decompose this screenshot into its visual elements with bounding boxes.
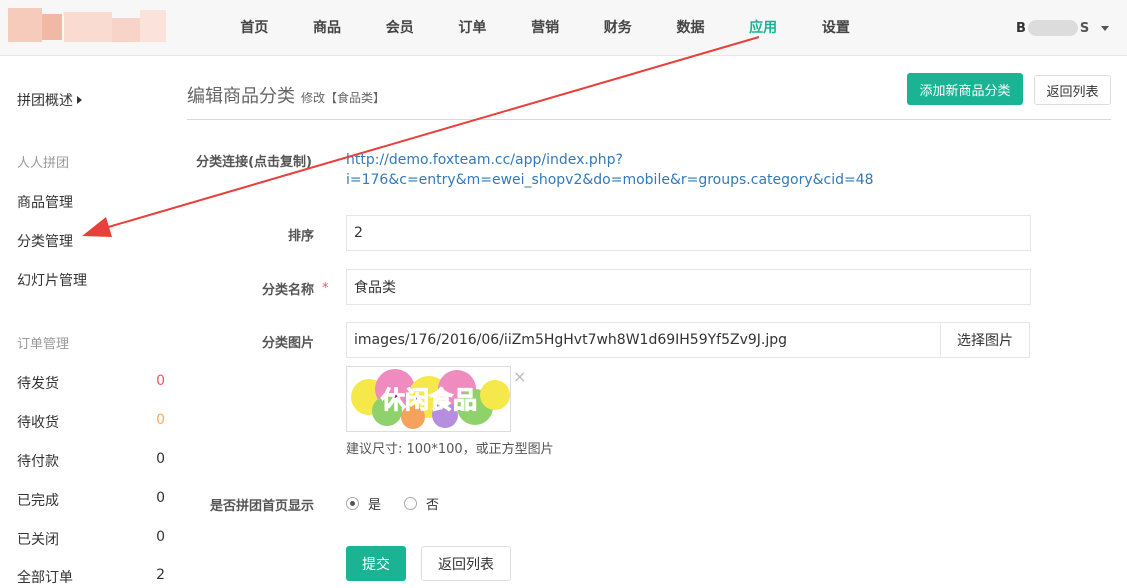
nav-marketing[interactable]: 营销 <box>509 0 582 56</box>
category-link-line2: i=176&c=entry&m=ewei_shopv2&do=mobile&r=… <box>346 172 874 188</box>
required-asterisk: * <box>322 281 329 296</box>
order-count-badge: 0 <box>156 490 165 506</box>
order-count-badge: 0 <box>156 529 165 545</box>
page-header: 编辑商品分类 修改【食品类】 添加新商品分类 返回列表 <box>187 72 1111 120</box>
radio-no-label: 否 <box>426 498 440 513</box>
sidebar-item-label: 已完成 <box>17 493 59 509</box>
sidebar: 拼团概述 人人拼团 商品管理 分类管理 幻灯片管理 订单管理 待发货 0 待收货… <box>0 56 178 588</box>
category-image-label: 分类图片 <box>261 336 314 351</box>
category-link-label: 分类连接(点击复制) <box>196 155 312 170</box>
page-title-text: 编辑商品分类 <box>187 86 295 107</box>
sidebar-item-label: 待付款 <box>17 454 59 470</box>
sidebar-item-label: 已关闭 <box>17 532 59 548</box>
sidebar-order-completed[interactable]: 已完成 0 <box>17 490 165 510</box>
sidebar-item-label: 待发货 <box>17 376 59 392</box>
radio-no[interactable]: 否 <box>404 494 439 513</box>
nav-data[interactable]: 数据 <box>654 0 727 56</box>
user-menu[interactable]: B S <box>1016 18 1110 38</box>
sidebar-order-all[interactable]: 全部订单 2 <box>17 567 165 587</box>
category-name-input[interactable] <box>346 269 1031 305</box>
sort-input[interactable] <box>346 215 1031 251</box>
order-count-badge: 0 <box>156 412 165 428</box>
show-on-home-label: 是否拼团首页显示 <box>209 499 314 514</box>
caret-right-icon <box>77 96 82 104</box>
nav-apps[interactable]: 应用 <box>727 0 800 56</box>
main-nav: 首页 商品 会员 订单 营销 财务 数据 应用 设置 <box>218 0 872 56</box>
sidebar-item-label: 待收货 <box>17 415 59 431</box>
sidebar-order-pending-receive[interactable]: 待收货 0 <box>17 412 165 432</box>
order-count-badge: 0 <box>156 373 165 389</box>
radio-checked-icon <box>346 497 359 510</box>
page-title: 编辑商品分类 修改【食品类】 <box>187 82 385 108</box>
sidebar-order-pending-ship[interactable]: 待发货 0 <box>17 373 165 393</box>
logo[interactable] <box>8 4 168 48</box>
sidebar-item-goods-manage[interactable]: 商品管理 <box>17 192 73 212</box>
sort-label: 排序 <box>287 229 314 244</box>
nav-settings[interactable]: 设置 <box>800 0 873 56</box>
sidebar-order-pending-pay[interactable]: 待付款 0 <box>17 451 165 471</box>
choose-image-button[interactable]: 选择图片 <box>940 322 1030 358</box>
thumb-text: 休闲食品 <box>380 386 477 414</box>
image-size-hint: 建议尺寸: 100*100，或正方型图片 <box>346 442 554 457</box>
radio-yes-label: 是 <box>368 498 382 513</box>
sidebar-item-label: 拼团概述 <box>17 93 73 109</box>
category-link-line1: http://demo.foxteam.cc/app/index.php? <box>346 152 623 168</box>
category-image-preview: 休闲食品 <box>346 366 511 432</box>
thumb-illustration: 休闲食品 <box>351 369 510 429</box>
radio-unchecked-icon <box>404 497 417 510</box>
back-to-list-button[interactable]: 返回列表 <box>421 546 511 581</box>
caret-down-icon <box>1101 25 1110 31</box>
page-subtitle: 修改【食品类】 <box>301 91 386 105</box>
sidebar-section-groupbuy: 人人拼团 <box>17 156 70 171</box>
user-initial: B <box>1016 20 1026 36</box>
nav-members[interactable]: 会员 <box>363 0 436 56</box>
sidebar-item-category-manage[interactable]: 分类管理 <box>17 231 73 251</box>
category-link[interactable]: http://demo.foxteam.cc/app/index.php? i=… <box>346 150 906 190</box>
close-icon[interactable]: × <box>513 369 526 385</box>
sidebar-item-label: 全部订单 <box>17 570 73 586</box>
radio-yes[interactable]: 是 <box>346 494 381 513</box>
image-path-input[interactable] <box>346 322 941 358</box>
order-count-badge: 0 <box>156 451 165 467</box>
sidebar-item-slides-manage[interactable]: 幻灯片管理 <box>17 270 87 290</box>
sidebar-item-overview[interactable]: 拼团概述 <box>17 90 82 110</box>
order-count-badge: 2 <box>156 567 165 583</box>
submit-button[interactable]: 提交 <box>346 546 406 581</box>
back-to-list-header-button[interactable]: 返回列表 <box>1034 75 1111 105</box>
user-name-redacted <box>1027 20 1078 36</box>
nav-goods[interactable]: 商品 <box>291 0 364 56</box>
add-category-button[interactable]: 添加新商品分类 <box>907 73 1023 105</box>
category-name-label: 分类名称 <box>261 283 314 298</box>
sidebar-order-closed[interactable]: 已关闭 0 <box>17 529 165 549</box>
user-name-tail: S <box>1079 20 1090 36</box>
sidebar-section-orders: 订单管理 <box>17 337 70 352</box>
nav-home[interactable]: 首页 <box>218 0 291 56</box>
top-navbar: 首页 商品 会员 订单 营销 财务 数据 应用 设置 B S <box>0 0 1127 56</box>
nav-orders[interactable]: 订单 <box>436 0 509 56</box>
nav-finance[interactable]: 财务 <box>581 0 654 56</box>
